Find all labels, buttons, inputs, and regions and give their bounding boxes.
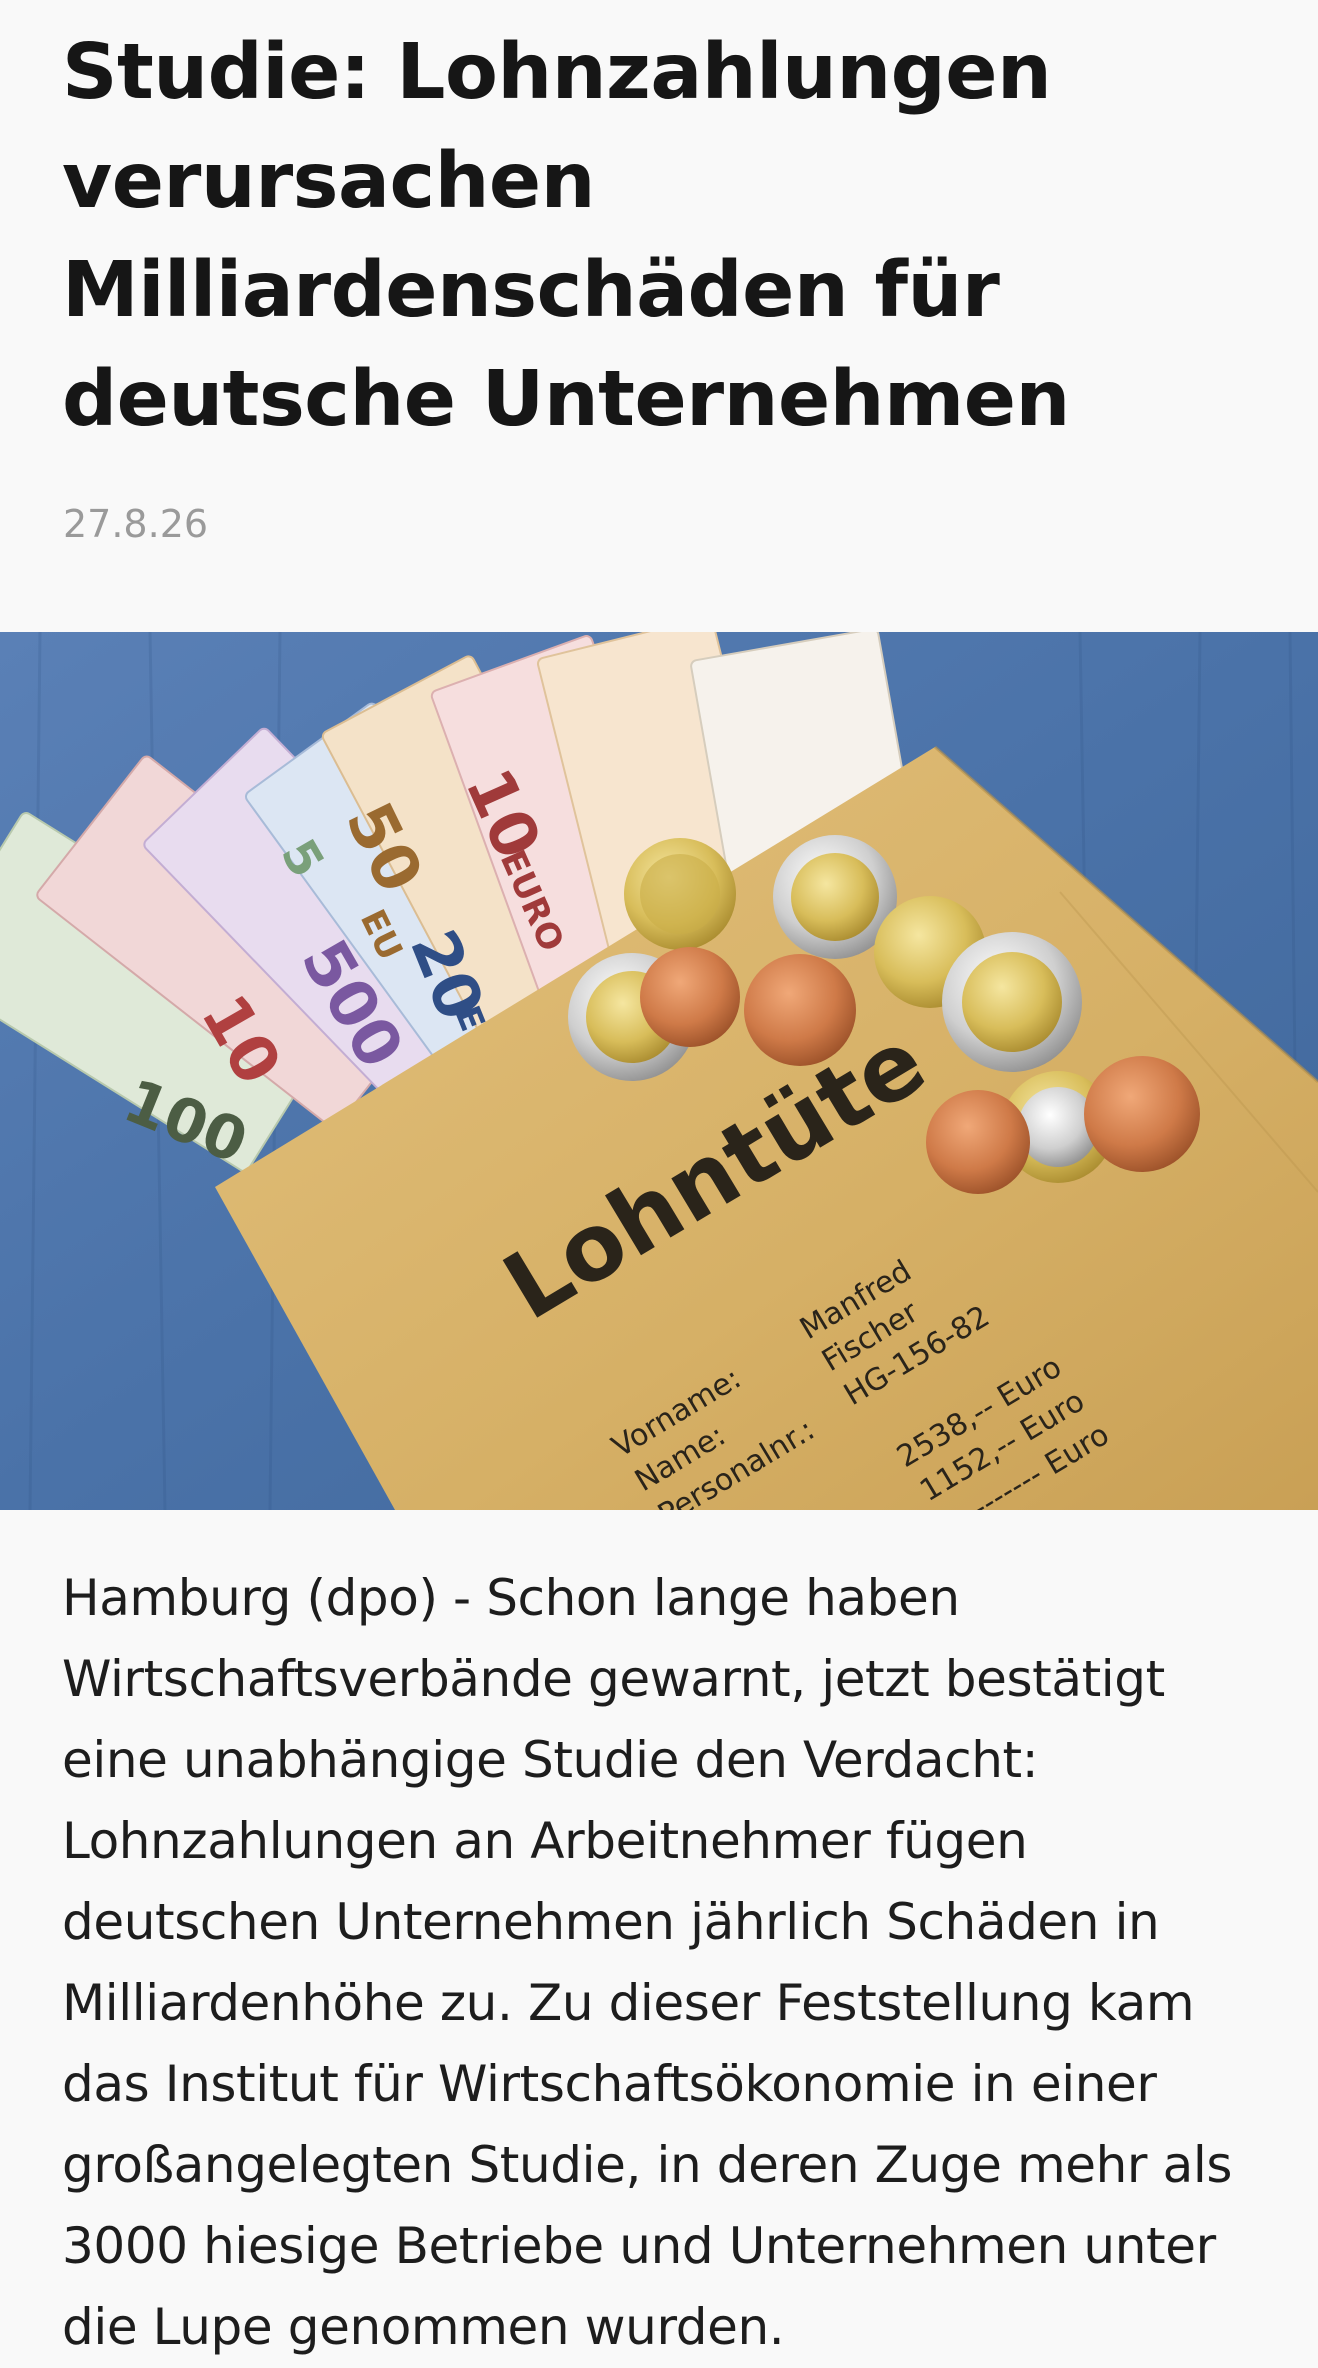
coin-copper-c [926,1090,1030,1194]
article-date: 27.8.26 [63,502,209,546]
article-headline: Studie: Lohnzahlungen verursachen Millia… [62,28,1070,444]
coin-copper-b [744,954,856,1066]
article: Studie: Lohnzahlungen verursachen Millia… [0,0,1318,2356]
coin-copper-d [1084,1056,1200,1172]
coin-copper-a [640,947,740,1047]
article-lead-paragraph: Hamburg (dpo) - Schon lange haben Wirtsc… [62,1569,1232,2356]
article-hero-image[interactable]: 100 10 500 20 EUR 50 EU 10 EURO 5 Lohntü… [0,632,1318,1510]
